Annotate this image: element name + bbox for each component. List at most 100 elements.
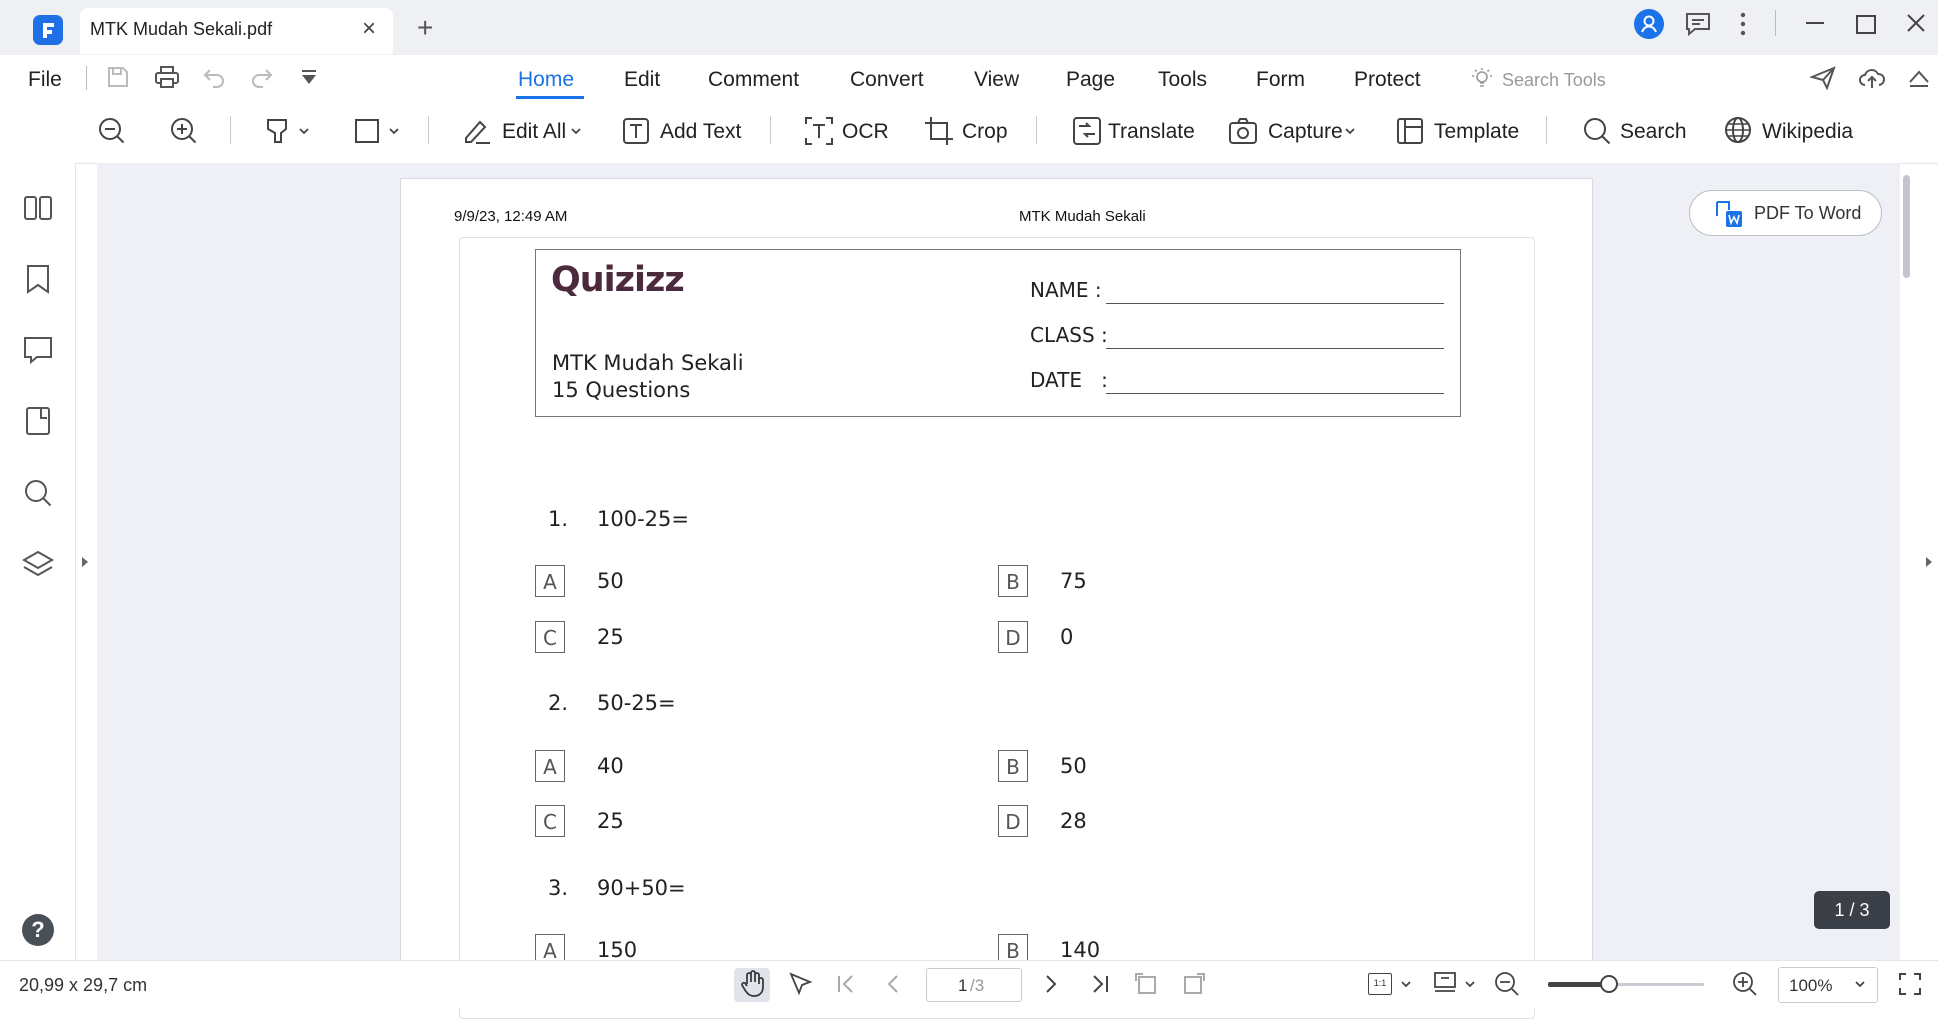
tab-home[interactable]: Home [518,68,574,92]
feedback-icon[interactable] [1684,11,1712,37]
question-text: 90+50= [597,876,686,900]
translate-icon[interactable] [1072,116,1102,146]
tab-convert[interactable]: Convert [850,68,924,92]
capture-icon[interactable] [1228,117,1258,145]
customize-toolbar-icon[interactable] [300,69,318,87]
option-value: 25 [597,809,624,833]
ocr-button[interactable]: OCR [842,120,889,144]
tab-home-underline [516,96,584,99]
page-layout-icon[interactable] [1432,971,1458,995]
ribbon-divider [230,116,231,144]
zoom-slider-thumb[interactable] [1599,975,1618,993]
ribbon-divider [1036,116,1037,144]
fit-chevron-down-icon[interactable] [1400,979,1412,989]
date-line [1106,393,1444,394]
actual-size-icon[interactable]: 1:1 [1368,973,1392,995]
bookmark-icon[interactable] [25,264,51,294]
full-screen-icon[interactable] [1898,972,1922,996]
print-date: 9/9/23, 12:49 AM [454,208,568,225]
tab-tools[interactable]: Tools [1158,68,1207,92]
layers-icon[interactable] [22,550,54,580]
name-line [1106,303,1444,304]
collapse-ribbon-icon[interactable] [1908,68,1930,88]
option-value: 50 [1060,754,1087,778]
redo-icon[interactable] [250,66,274,88]
page-current: 1 [958,976,968,995]
option-value: 40 [597,754,624,778]
search-icon[interactable] [1582,116,1612,146]
crop-icon[interactable] [924,116,954,146]
sidebar-search-icon[interactable] [23,478,53,508]
highlight-dropdown-icon[interactable] [264,116,312,146]
first-page-icon[interactable] [836,974,858,994]
option-value: 0 [1060,625,1074,649]
question-number: 3. [548,876,569,900]
rotate-right-icon[interactable] [1182,972,1206,996]
tab-view[interactable]: View [974,68,1019,92]
wikipedia-button[interactable]: Wikipedia [1762,120,1853,144]
tab-protect[interactable]: Protect [1354,68,1421,92]
file-menu[interactable]: File [28,68,62,92]
edit-all-icon[interactable] [462,116,492,146]
account-icon[interactable] [1634,9,1664,39]
comment-icon[interactable] [23,336,53,364]
close-window-icon[interactable] [1906,13,1926,33]
maximize-icon[interactable] [1856,15,1876,34]
option-letter: B [998,565,1028,597]
ocr-icon[interactable] [804,116,834,146]
edit-all-chevron-down-icon[interactable] [570,126,582,136]
status-zoom-out-icon[interactable] [1494,971,1520,997]
app-logo-icon[interactable] [33,15,63,45]
option-letter: C [535,621,565,653]
menu-divider [86,66,87,90]
save-icon[interactable] [106,65,130,89]
rotate-left-icon[interactable] [1134,972,1158,996]
help-icon[interactable]: ? [22,914,54,946]
more-options-icon[interactable] [1738,11,1748,37]
template-icon[interactable] [1396,117,1424,145]
zoom-in-icon[interactable] [170,117,198,145]
option-value: 140 [1060,938,1101,962]
minimize-icon[interactable] [1806,22,1824,24]
question-number: 2. [548,691,569,715]
select-cursor-icon[interactable] [788,971,814,997]
option-letter: D [998,805,1028,837]
previous-page-icon[interactable] [884,974,902,994]
last-page-icon[interactable] [1088,974,1110,994]
template-button[interactable]: Template [1434,120,1519,144]
add-text-icon[interactable] [622,117,650,145]
class-line [1106,348,1444,349]
close-tab-icon[interactable]: × [362,15,376,43]
expand-right-panel-icon[interactable] [1924,555,1934,569]
menu-bar [0,55,1938,107]
thumbnails-icon[interactable] [23,195,53,221]
search-button[interactable]: Search [1620,120,1687,144]
class-label: CLASS : [1030,323,1108,347]
globe-icon[interactable] [1724,116,1752,144]
print-icon[interactable] [154,65,180,89]
undo-icon[interactable] [202,66,226,88]
new-tab-icon[interactable]: + [417,12,433,44]
tab-comment[interactable]: Comment [708,68,799,92]
zoom-chevron-down-icon[interactable] [1854,979,1866,989]
cloud-upload-icon[interactable] [1858,66,1886,90]
vertical-scrollbar[interactable] [1903,175,1910,278]
edit-all-button[interactable]: Edit All [502,120,566,144]
expand-left-panel-icon[interactable] [80,555,90,569]
status-zoom-in-icon[interactable] [1732,971,1758,997]
shape-dropdown-icon[interactable] [354,118,402,144]
translate-button[interactable]: Translate [1108,120,1195,144]
attachment-icon[interactable] [25,406,51,436]
next-page-icon[interactable] [1042,974,1060,994]
zoom-out-icon[interactable] [98,117,126,145]
share-icon[interactable] [1810,66,1836,90]
capture-button[interactable]: Capture [1268,120,1343,144]
capture-chevron-down-icon[interactable] [1344,126,1356,136]
crop-button[interactable]: Crop [962,120,1008,144]
add-text-button[interactable]: Add Text [660,120,741,144]
tab-edit[interactable]: Edit [624,68,660,92]
tab-form[interactable]: Form [1256,68,1305,92]
tab-page[interactable]: Page [1066,68,1115,92]
search-tools-input[interactable]: Search Tools [1502,70,1606,91]
layout-chevron-down-icon[interactable] [1464,979,1476,989]
